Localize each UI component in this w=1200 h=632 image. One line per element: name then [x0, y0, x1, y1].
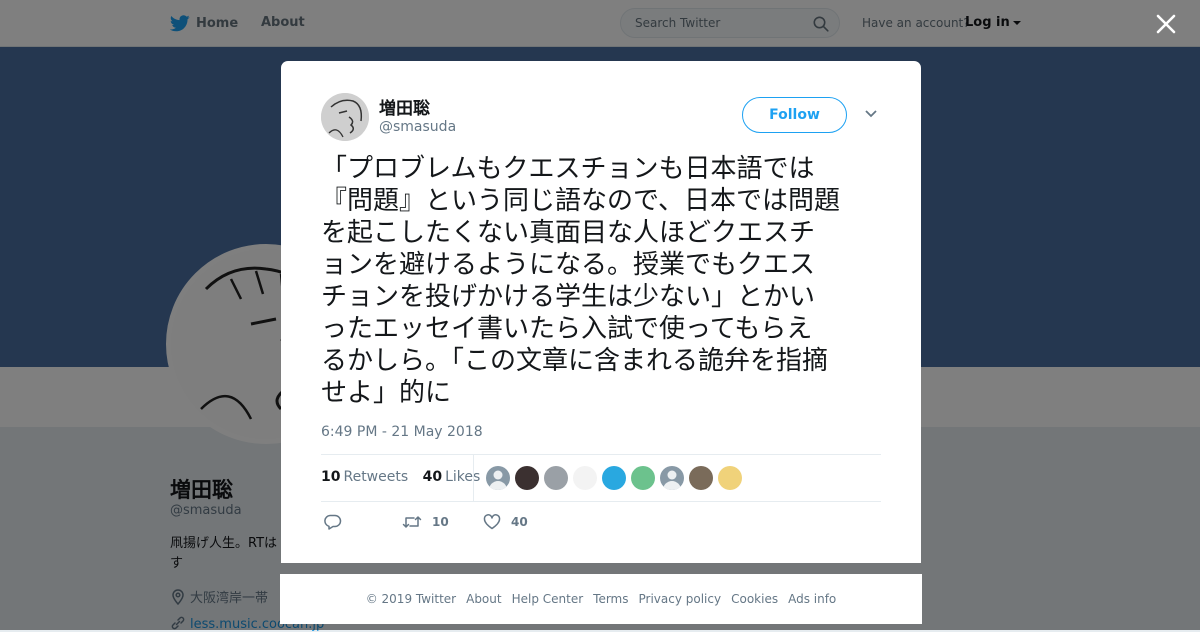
- tweet-text-line: を起こしたくない真面目な人ほどクエスチ: [321, 218, 816, 248]
- photo-avatar[interactable]: [515, 466, 539, 490]
- footer: © 2019 Twitter About Help Center Terms P…: [280, 574, 922, 624]
- retweets-stat[interactable]: 10 Retweets: [321, 469, 408, 485]
- follow-button[interactable]: Follow: [742, 97, 847, 133]
- footer-link-about[interactable]: About: [466, 592, 501, 606]
- close-button[interactable]: [1152, 10, 1180, 38]
- default-avatar[interactable]: [660, 466, 684, 490]
- footer-link-help-center[interactable]: Help Center: [512, 592, 584, 606]
- tweet-author-avatar[interactable]: [321, 93, 369, 141]
- tweet-modal: 増田聡 @smasuda Follow 「プロブレムもクエスチョンも日本語では …: [281, 61, 921, 563]
- tweet-text-line: ョンを避けるようになる。授業でもクエス: [321, 250, 816, 280]
- footer-link-ads-info[interactable]: Ads info: [788, 592, 836, 606]
- retweet-icon: [402, 516, 422, 528]
- tweet-stats: 10 Retweets 40 Likes: [321, 469, 480, 485]
- close-icon: [1156, 14, 1176, 34]
- likes-stat[interactable]: 40 Likes: [423, 469, 481, 485]
- like-button[interactable]: 40: [483, 514, 528, 530]
- photo-avatar[interactable]: [689, 466, 713, 490]
- footer-copyright: © 2019 Twitter: [365, 592, 457, 606]
- tweet-timestamp[interactable]: 6:49 PM - 21 May 2018: [321, 424, 483, 440]
- divider: [321, 501, 881, 502]
- retweet-button[interactable]: 10: [402, 514, 449, 530]
- retweet-count: 10: [432, 515, 449, 529]
- divider: [473, 455, 474, 501]
- divider: [321, 454, 881, 455]
- reply-button[interactable]: [324, 514, 352, 530]
- tweet-text-line: ったエッセイ書いたら入試で使ってもらえ: [321, 314, 813, 344]
- author-avatar-drawing: [321, 93, 369, 141]
- sketch-avatar[interactable]: [573, 466, 597, 490]
- footer-link-terms[interactable]: Terms: [593, 592, 628, 606]
- heart-icon: [483, 514, 501, 530]
- tweet-text-line: せよ」的に: [321, 378, 452, 408]
- anime-avatar[interactable]: [718, 466, 742, 490]
- footer-link-privacy[interactable]: Privacy policy: [639, 592, 722, 606]
- reply-icon: [324, 514, 342, 530]
- tweet-text-line: 『問題』という同じ語なので、日本では問題: [321, 186, 840, 216]
- default-avatar[interactable]: [486, 466, 510, 490]
- liker-avatars: [486, 466, 747, 490]
- globe-avatar[interactable]: [544, 466, 568, 490]
- tweet-text: 「プロブレムもクエスチョンも日本語では 『問題』という同じ語なので、日本では問題…: [321, 153, 881, 409]
- retweets-count: 10: [321, 469, 341, 485]
- retweets-label: Retweets: [343, 469, 409, 485]
- footer-link-cookies[interactable]: Cookies: [731, 592, 778, 606]
- likes-count: 40: [422, 469, 443, 485]
- tweet-text-line: チョンを投げかける学生は少ない」とかい: [321, 282, 816, 312]
- tweet-author-name[interactable]: 増田聡: [379, 94, 430, 119]
- anime-avatar[interactable]: [631, 466, 655, 490]
- tweet-author-handle[interactable]: @smasuda: [379, 119, 456, 135]
- chevron-down-icon[interactable]: [864, 109, 878, 119]
- photo-avatar[interactable]: [602, 466, 626, 490]
- tweet-text-line: るかしら。「この文章に含まれる詭弁を指摘: [321, 346, 829, 376]
- tweet-text-line: 「プロブレムもクエスチョンも日本語では: [321, 154, 815, 184]
- like-count: 40: [511, 515, 528, 529]
- likes-label: Likes: [445, 469, 481, 485]
